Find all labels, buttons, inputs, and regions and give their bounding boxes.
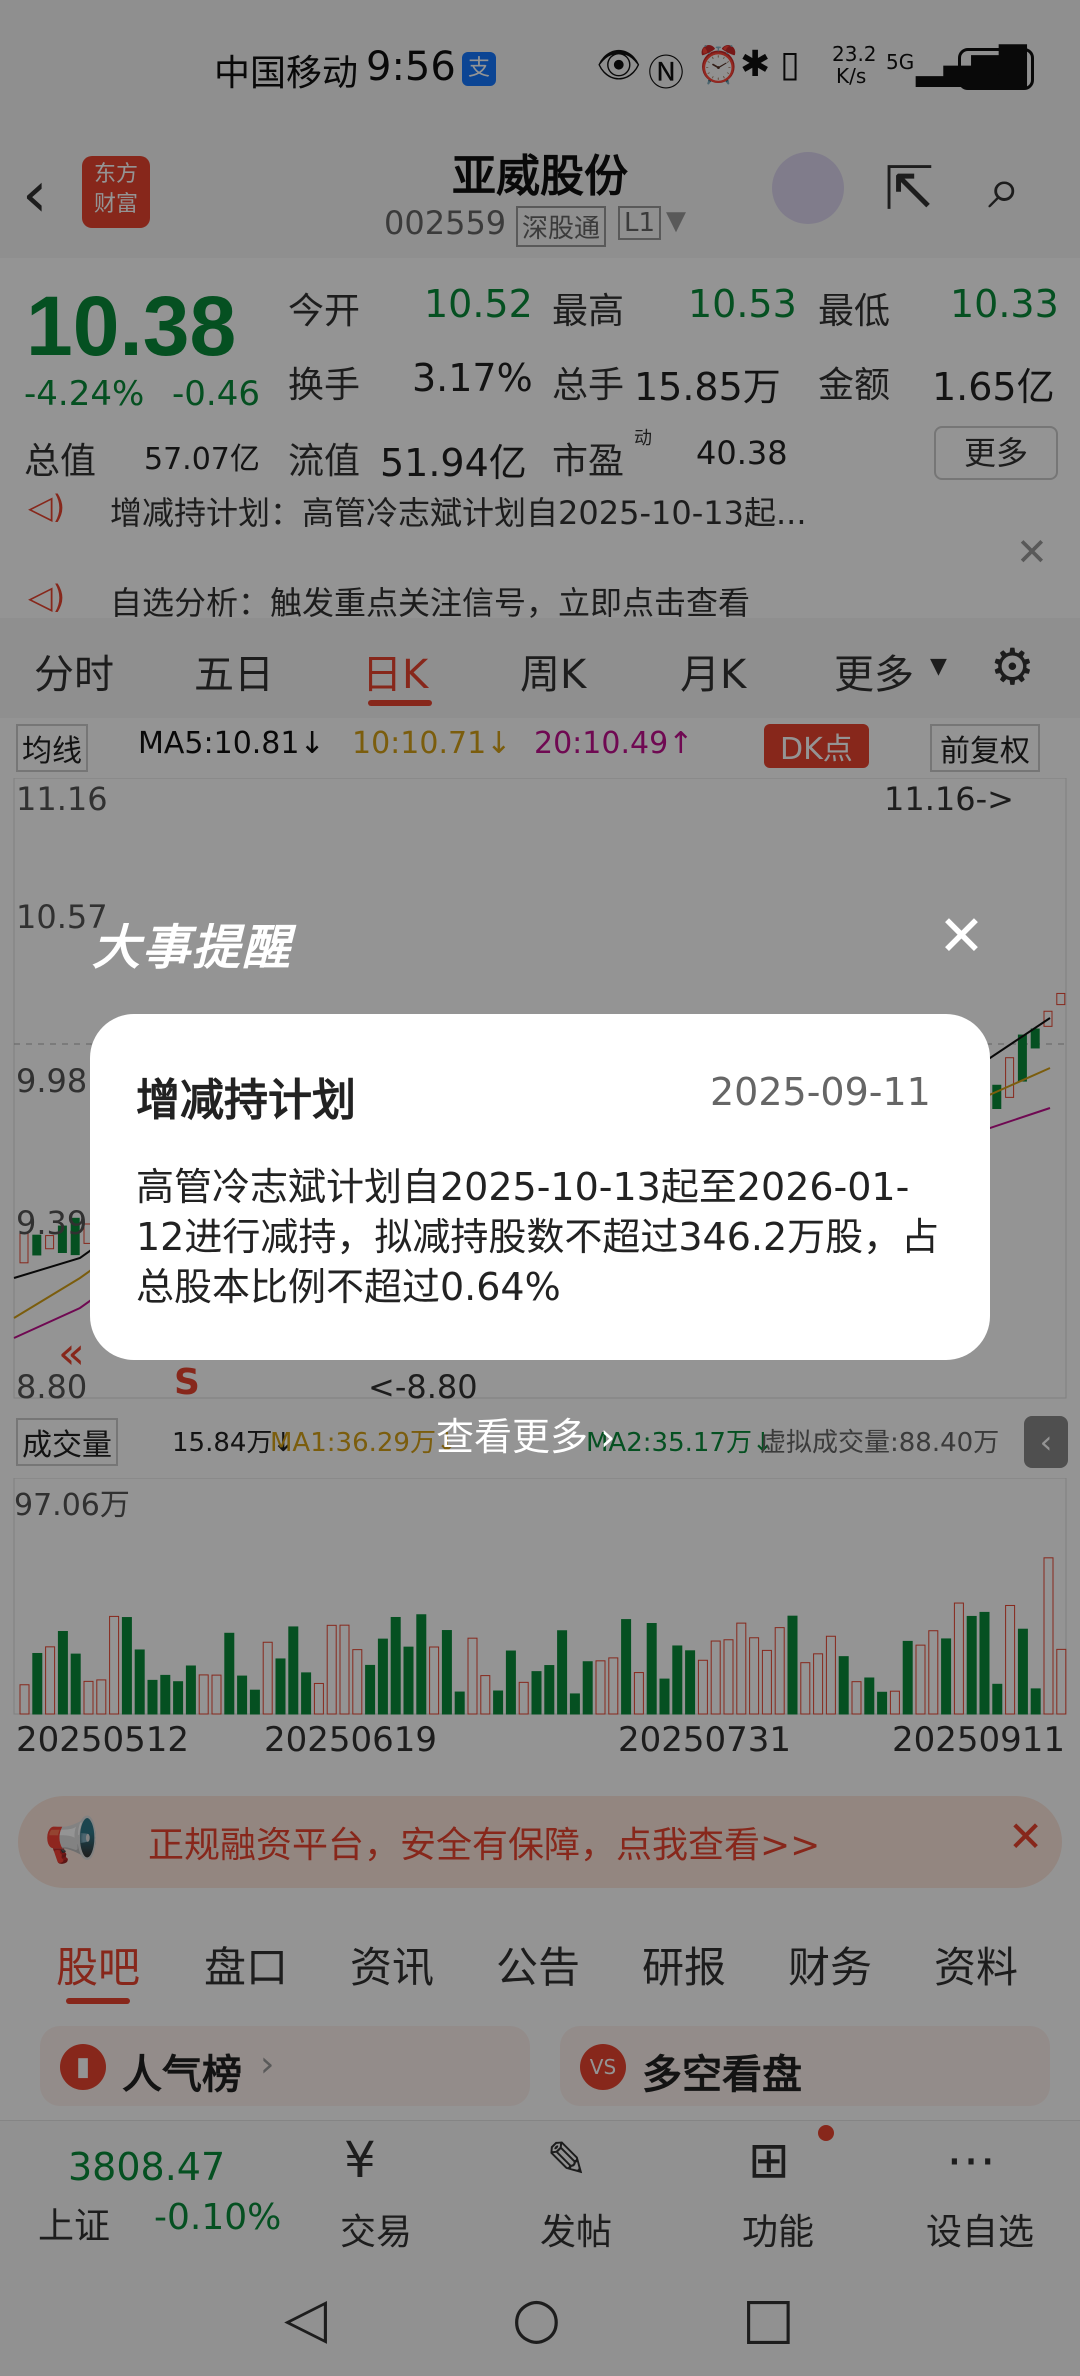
close-icon[interactable]: ✕ <box>938 904 985 969</box>
view-more-link[interactable]: 查看更多 › <box>436 1406 615 1461</box>
event-modal[interactable]: 增减持计划 2025-09-11 高管冷志斌计划自2025-10-13起至202… <box>90 1014 990 1360</box>
modal-date: 2025-09-11 <box>710 1070 931 1114</box>
modal-title: 增减持计划 <box>136 1075 356 1126</box>
chevron-right-icon: › <box>600 1415 616 1459</box>
view-more-label[interactable]: 查看更多 <box>436 1415 588 1459</box>
modal-banner: 大事提醒 <box>92 920 293 976</box>
modal-body: 高管冷志斌计划自2025-10-13起至2026-01-12进行减持，拟减持股数… <box>136 1165 940 1309</box>
